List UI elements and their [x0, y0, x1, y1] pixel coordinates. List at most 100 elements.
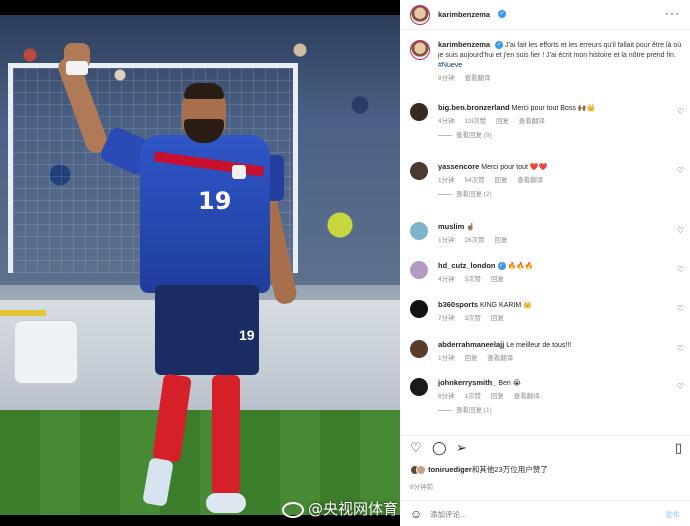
commenter-avatar[interactable] — [410, 300, 428, 318]
view-replies[interactable]: 查看回复 (9) — [438, 131, 668, 141]
heart-icon[interactable]: ♡ — [677, 382, 684, 391]
comment-likes[interactable]: 3次赞 — [464, 315, 481, 322]
comment-item: big.ben.bronzerland Merci pour tout Boss… — [410, 103, 688, 141]
post-photo[interactable]: 19 19 — [0, 15, 400, 515]
reply-button[interactable]: 回复 — [494, 177, 507, 184]
comment-item: johnkerrysmith_ Ben 😭 6分钟 1次赞 回复 查看翻译 查看… — [410, 378, 688, 416]
commenter-username[interactable]: abderrahmaneelajj — [438, 340, 504, 349]
player-hair — [184, 83, 224, 99]
post-timestamp: 8分钟前 — [410, 484, 434, 491]
comment-likes[interactable]: 3次赞 — [464, 276, 481, 283]
comment-item: muslim ☝🏽 1分钟 26次赞 回复 ♡ — [410, 222, 688, 246]
comment-text: Merci pour tout ❤️❤️ — [481, 164, 548, 171]
right-sock — [212, 375, 240, 495]
verified-badge-icon: ✓ — [498, 10, 506, 18]
commenter-username[interactable]: muslim — [438, 222, 464, 231]
caption-translate[interactable]: 查看翻译 — [464, 75, 490, 82]
comment-time: 6分钟 — [438, 393, 455, 400]
wrist-tape — [66, 61, 88, 75]
commenter-username[interactable]: big.ben.bronzerland — [438, 103, 510, 112]
reply-button[interactable]: 回复 — [496, 118, 509, 125]
reply-button[interactable]: 回复 — [494, 237, 507, 244]
commenter-username[interactable]: johnkerrysmith_ — [438, 378, 496, 387]
comment-time: 1分钟 — [438, 177, 455, 184]
emoji-icon[interactable]: ☺ — [410, 507, 422, 521]
heart-icon[interactable]: ♡ — [677, 166, 684, 175]
comment-icon[interactable]: ◯ — [432, 441, 447, 455]
football-player: 19 19 — [0, 15, 400, 515]
jersey-crest — [232, 165, 246, 179]
right-boot — [206, 493, 246, 513]
comment-item: abderrahmaneelajj Le meilleur de tous!!!… — [410, 340, 688, 364]
reply-button[interactable]: 回复 — [491, 393, 504, 400]
translate-link[interactable]: 查看翻译 — [519, 118, 545, 125]
comment-text: ☝🏽 — [466, 224, 475, 231]
shorts: 19 — [155, 285, 259, 375]
commenter-avatar[interactable] — [410, 261, 428, 279]
comment-text: 🔥🔥🔥 — [507, 263, 534, 270]
caption-username[interactable]: karimbenzema — [438, 40, 490, 49]
comment-text: Le meilleur de tous!!! — [506, 342, 572, 349]
liker-username[interactable]: toniruediger — [428, 465, 472, 474]
share-icon[interactable]: ➢ — [456, 441, 467, 455]
comment-likes[interactable]: 54次赞 — [464, 177, 484, 184]
comment-time: 7分钟 — [438, 315, 455, 322]
comment-time: 4分钟 — [438, 276, 455, 283]
reply-button[interactable]: 回复 — [491, 315, 504, 322]
shorts-number: 19 — [239, 327, 255, 343]
author-username[interactable]: karimbenzema — [438, 10, 490, 19]
comment-text: KING KARIM 👑 — [479, 302, 532, 309]
commenter-username[interactable]: yassencore — [438, 162, 479, 171]
hashtag-link[interactable]: #Nueve — [438, 62, 462, 69]
translate-link[interactable]: 查看翻译 — [487, 355, 513, 362]
commenter-avatar[interactable] — [410, 222, 428, 240]
commenter-username[interactable]: hd_cutz_london — [438, 261, 496, 270]
post-caption: karimbenzema ✓ J'ai fait les efforts et l… — [410, 40, 685, 84]
post-actions: ♡ ◯ ➢ ▯ — [410, 441, 682, 457]
likes-summary[interactable]: toniruediger和其他23万位用户赞了 — [410, 464, 548, 476]
heart-icon[interactable]: ♡ — [410, 441, 422, 455]
heart-icon[interactable]: ♡ — [677, 344, 684, 353]
bookmark-icon[interactable]: ▯ — [675, 441, 682, 455]
jersey-stripe — [153, 151, 265, 177]
reply-button[interactable]: 回复 — [464, 355, 477, 362]
comment-time: 4分钟 — [438, 118, 455, 125]
author-avatar[interactable] — [410, 5, 430, 25]
view-replies[interactable]: 查看回复 (1) — [438, 406, 668, 416]
comment-time: 1分钟 — [438, 237, 455, 244]
jersey: 19 — [140, 135, 270, 293]
translate-link[interactable]: 查看翻译 — [517, 177, 543, 184]
heart-icon[interactable]: ♡ — [677, 304, 684, 313]
heart-icon[interactable]: ♡ — [677, 107, 684, 116]
comment-item: hd_cutz_london ✓ 🔥🔥🔥 4分钟 3次赞 回复 ♡ — [410, 261, 688, 285]
heart-icon[interactable]: ♡ — [677, 226, 684, 235]
comment-likes[interactable]: 19l次赞 — [464, 118, 486, 125]
watermark-text: @央视网体育 — [308, 500, 399, 518]
commenter-username[interactable]: b360sports — [438, 300, 478, 309]
caption-avatar[interactable] — [410, 40, 430, 60]
comment-likes[interactable]: 1次赞 — [464, 393, 481, 400]
jersey-number: 19 — [198, 187, 232, 215]
heart-icon[interactable]: ♡ — [677, 265, 684, 274]
reply-button[interactable]: 回复 — [491, 276, 504, 283]
verified-badge-icon: ✓ — [497, 262, 506, 271]
commenter-avatar[interactable] — [410, 340, 428, 358]
commenter-avatar[interactable] — [410, 103, 428, 121]
more-icon[interactable]: ··· — [665, 6, 680, 20]
actions-divider — [400, 435, 690, 436]
commenter-avatar[interactable] — [410, 378, 428, 396]
translate-link[interactable]: 查看翻译 — [514, 393, 540, 400]
post-comment-button[interactable]: 发布 — [665, 509, 680, 520]
comment-text: Ben 😭 — [498, 380, 521, 387]
comment-likes[interactable]: 26次赞 — [464, 237, 484, 244]
weibo-logo-icon — [282, 501, 304, 518]
left-boot — [142, 457, 174, 507]
comment-input-bar: ☺ 发布 — [400, 500, 690, 526]
comment-text: Merci pour tout Boss 🙌🏾👑 — [511, 105, 596, 112]
liker-avatar — [416, 465, 426, 476]
watermark: @央视网体育 — [282, 498, 398, 520]
commenter-avatar[interactable] — [410, 162, 428, 180]
view-replies[interactable]: 查看回复 (2) — [438, 190, 668, 200]
comment-time: 1分钟 — [438, 355, 455, 362]
comment-input[interactable] — [430, 506, 630, 522]
